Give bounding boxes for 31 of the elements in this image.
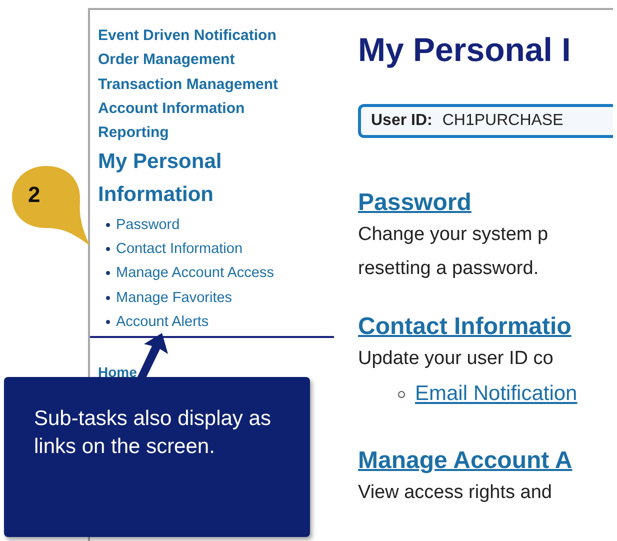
description-text: Update your user ID co [358,347,554,371]
nav-link[interactable]: Order Management [98,48,235,73]
current-section-link[interactable]: My Personal Information [98,145,248,212]
nav-link[interactable]: Event Driven Notification [98,24,276,48]
section-heading-link[interactable]: Manage Account A [358,446,572,476]
description-text: View access rights and [358,481,552,505]
bullet-icon [106,296,110,300]
sub-task-link[interactable]: Password [116,216,180,233]
sub-task-link[interactable]: Account Alerts [116,314,209,330]
user-id-label: User ID: [371,112,432,130]
bullet-icon [106,246,110,251]
bullet-icon [398,390,405,398]
description-text: resetting a password. [358,257,539,281]
sub-task-link[interactable]: Manage Favorites [116,290,232,306]
section-heading-link[interactable]: Password [358,188,472,218]
page-title: My Personal I [358,30,572,70]
step-number: 2 [28,182,40,208]
section-heading-link[interactable]: Contact Informatio [358,312,572,342]
sub-link[interactable]: Email Notification [415,382,578,406]
bullet-icon [106,222,110,227]
bullet-icon [106,320,110,324]
nav-link[interactable]: Account Information [98,96,245,122]
bullet-icon [106,271,110,276]
nav-link[interactable]: Reporting [98,121,169,146]
description-text: Change your system p [358,223,548,247]
home-link[interactable]: Home [98,364,137,380]
callout-text: Sub-tasks also display as links on the screen. [34,406,272,460]
user-id-value: CH1PURCHASE [442,112,564,130]
sub-task-link[interactable]: Contact Information [116,240,243,257]
sub-task-link[interactable]: Manage Account Access [116,265,274,282]
nav-link[interactable]: Transaction Management [98,72,278,97]
